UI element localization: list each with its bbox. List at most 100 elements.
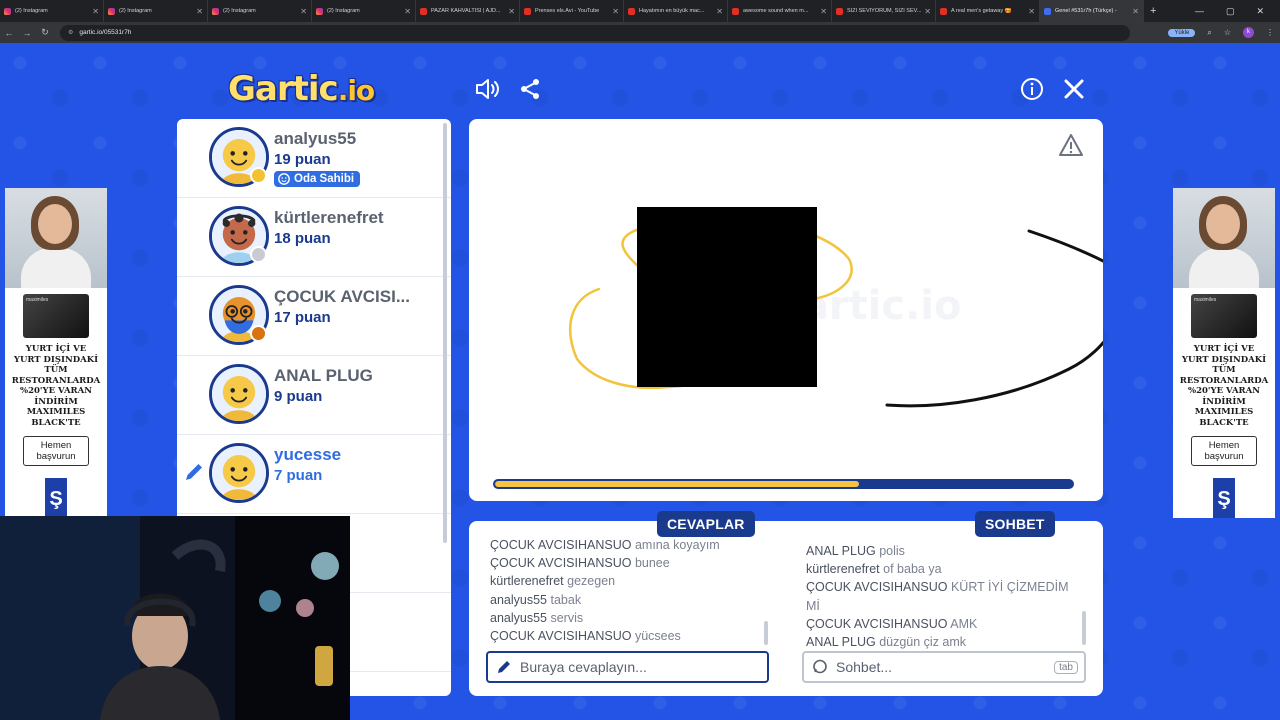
browser-tab[interactable]: Genel #531r7h (Türkçe) - ✕ bbox=[1040, 0, 1144, 22]
profile-avatar[interactable]: k bbox=[1243, 27, 1254, 38]
site-info-icon[interactable]: ⚙ bbox=[68, 29, 73, 36]
tab-close-icon[interactable]: ✕ bbox=[1028, 7, 1035, 16]
answer-input[interactable]: Buraya cevaplayın... bbox=[486, 651, 769, 683]
status-dot bbox=[250, 246, 267, 263]
browser-tab[interactable]: (2) Instagram ✕ bbox=[0, 0, 104, 22]
message-text: bunee bbox=[634, 556, 670, 571]
share-icon[interactable] bbox=[516, 75, 544, 103]
answers-header[interactable]: CEVAPLAR bbox=[657, 511, 755, 537]
browser-tab[interactable]: (2) Instagram ✕ bbox=[312, 0, 416, 22]
drawing-pencil-icon bbox=[183, 461, 205, 488]
menu-icon[interactable]: ⋮ bbox=[1266, 28, 1274, 37]
browser-tab[interactable]: Hayatımın en büyük mac... ✕ bbox=[624, 0, 728, 22]
message-text: tabak bbox=[550, 592, 582, 607]
gartic-logo[interactable]: Gartic.io bbox=[228, 69, 375, 109]
ad-apply-button[interactable]: Hemen başvurun bbox=[1191, 436, 1257, 466]
update-button[interactable]: Yükle bbox=[1168, 28, 1196, 37]
tab-close-icon[interactable]: ✕ bbox=[612, 7, 619, 16]
player-points: 18 puan bbox=[274, 230, 331, 247]
instagram-icon bbox=[4, 7, 11, 15]
message-text: amına koyayım bbox=[634, 538, 720, 552]
player-row[interactable]: ÇOCUK AVCISI... 17 puan bbox=[177, 277, 451, 356]
ad-text-line: YURT İÇİ VE bbox=[1193, 344, 1255, 354]
avatar[interactable] bbox=[209, 364, 269, 424]
message-item: kürtlerenefret of baba ya bbox=[806, 560, 1078, 578]
chat-list: ANAL PLUG polis kürtlerenefret of baba ya… bbox=[806, 542, 1078, 654]
tab-close-icon[interactable]: ✕ bbox=[404, 7, 411, 16]
browser-tab[interactable]: (2) Instagram ✕ bbox=[208, 0, 312, 22]
player-name: yucesse bbox=[274, 445, 342, 464]
browser-tab[interactable]: SİZİ SEVİYORUM, SİZİ SEV... ✕ bbox=[832, 0, 936, 22]
left-ad-banner[interactable]: maximiles YURT İÇİ VE YURT DIŞINDAKİ TÜM RES… bbox=[5, 188, 107, 518]
new-tab-button[interactable]: + bbox=[1150, 5, 1156, 17]
drawing-canvas: Gartic.io bbox=[569, 207, 1103, 408]
player-row[interactable]: analyus55 19 puan Oda Sahibi bbox=[177, 119, 451, 198]
ad-text-line: %20'YE VARAN bbox=[20, 386, 92, 396]
browser-tab[interactable]: A real men's getaway 🥰 ✕ bbox=[936, 0, 1040, 22]
maximize-icon[interactable]: ▢ bbox=[1226, 6, 1235, 17]
message-author: kürtlerenefret bbox=[490, 574, 564, 589]
tab-title: awesome sound when m... bbox=[743, 8, 809, 14]
instagram-icon bbox=[108, 7, 115, 15]
players-scrollbar[interactable] bbox=[443, 123, 447, 543]
message-item: ÇOCUK AVCISIHANSUO KÜRT İYİ ÇİZMEDİM Mİ bbox=[806, 578, 1078, 614]
drawing-board[interactable]: Gartic.io bbox=[469, 119, 1103, 501]
tab-close-icon[interactable]: ✕ bbox=[508, 7, 515, 16]
chat-header[interactable]: SOHBET bbox=[975, 511, 1055, 537]
tab-close-icon[interactable]: ✕ bbox=[1132, 7, 1139, 16]
player-row[interactable]: ANAL PLUG 9 puan bbox=[177, 356, 451, 435]
player-row[interactable]: yucesse 7 puan bbox=[177, 435, 451, 514]
browser-tab[interactable]: (2) Instagram ✕ bbox=[104, 0, 208, 22]
message-author: ÇOCUK AVCISIHANSUO bbox=[490, 538, 632, 552]
tab-close-icon[interactable]: ✕ bbox=[716, 7, 723, 16]
ad-text-line: TÜM bbox=[1212, 365, 1236, 375]
ad-text-line: RESTORANLARDA bbox=[11, 375, 101, 386]
browser-tab[interactable]: Prenses els.Avi - YouTube ✕ bbox=[520, 0, 624, 22]
avatar[interactable] bbox=[209, 443, 269, 503]
tab-close-icon[interactable]: ✕ bbox=[92, 7, 99, 16]
tab-close-icon[interactable]: ✕ bbox=[820, 7, 827, 16]
instagram-icon bbox=[316, 7, 323, 15]
status-dot bbox=[250, 167, 267, 184]
message-text: polis bbox=[879, 544, 905, 558]
bookmark-star-icon[interactable]: ☆ bbox=[1224, 28, 1231, 37]
close-window-icon[interactable]: ✕ bbox=[1256, 6, 1264, 17]
close-game-icon[interactable] bbox=[1060, 75, 1088, 103]
reload-icon[interactable]: ↻ bbox=[36, 27, 54, 38]
chat-placeholder: Sohbet... bbox=[836, 659, 893, 675]
back-icon[interactable]: ← bbox=[0, 28, 18, 38]
info-icon[interactable] bbox=[1018, 75, 1046, 103]
player-row[interactable]: kürtlerenefret 18 puan bbox=[177, 198, 451, 277]
ad-text-line: %20'YE VARAN bbox=[1188, 386, 1260, 396]
message-item: ÇOCUK AVCISIHANSUO yücsees bbox=[490, 627, 770, 645]
ad-text-line: TÜM bbox=[44, 365, 68, 375]
room-owner-badge: Oda Sahibi bbox=[274, 171, 361, 187]
timer-fill bbox=[495, 481, 859, 487]
ad-apply-button[interactable]: Hemen başvurun bbox=[23, 436, 89, 466]
tab-close-icon[interactable]: ✕ bbox=[300, 7, 307, 16]
url-field[interactable]: ⚙ gartic.io/05531r7h bbox=[60, 24, 1130, 41]
browser-tab[interactable]: awesome sound when m... ✕ bbox=[728, 0, 832, 22]
tab-close-icon[interactable]: ✕ bbox=[924, 7, 931, 16]
chat-input[interactable]: Sohbet... tab bbox=[802, 651, 1086, 683]
bank-logo: Ş bbox=[45, 478, 67, 518]
browser-tab[interactable]: PAZAR KAHVALTISI | AJD... ✕ bbox=[416, 0, 520, 22]
answers-scrollbar[interactable] bbox=[764, 621, 768, 645]
zoom-icon[interactable]: ⌕ bbox=[1207, 28, 1211, 38]
player-name: kürtlerenefret bbox=[274, 208, 384, 227]
message-author: ANAL PLUG bbox=[806, 635, 876, 650]
forward-icon[interactable]: → bbox=[18, 28, 36, 38]
sound-icon[interactable] bbox=[473, 75, 501, 103]
ad-text-line: İNDİRİM bbox=[34, 396, 78, 407]
ad-headline: YURT İÇİ VE YURT DIŞINDAKİ TÜM RESTORANLARD… bbox=[5, 344, 107, 428]
message-item: kürtlerenefret gezegen bbox=[490, 572, 770, 590]
minimize-icon[interactable]: — bbox=[1195, 6, 1204, 16]
report-warning-icon[interactable] bbox=[1058, 133, 1084, 162]
tab-close-icon[interactable]: ✕ bbox=[196, 7, 203, 16]
answer-placeholder: Buraya cevaplayın... bbox=[520, 659, 647, 675]
message-author: ÇOCUK AVCISIHANSUO bbox=[806, 616, 948, 631]
chat-scrollbar[interactable] bbox=[1082, 611, 1086, 645]
message-text: gezegen bbox=[567, 574, 616, 589]
answers-chat-panel: CEVAPLAR SOHBET ÇOCUK AVCISIHANSUO amına… bbox=[469, 511, 1103, 696]
right-ad-banner[interactable]: maximiles YURT İÇİ VE YURT DIŞINDAKİ TÜM RES… bbox=[1173, 188, 1275, 518]
